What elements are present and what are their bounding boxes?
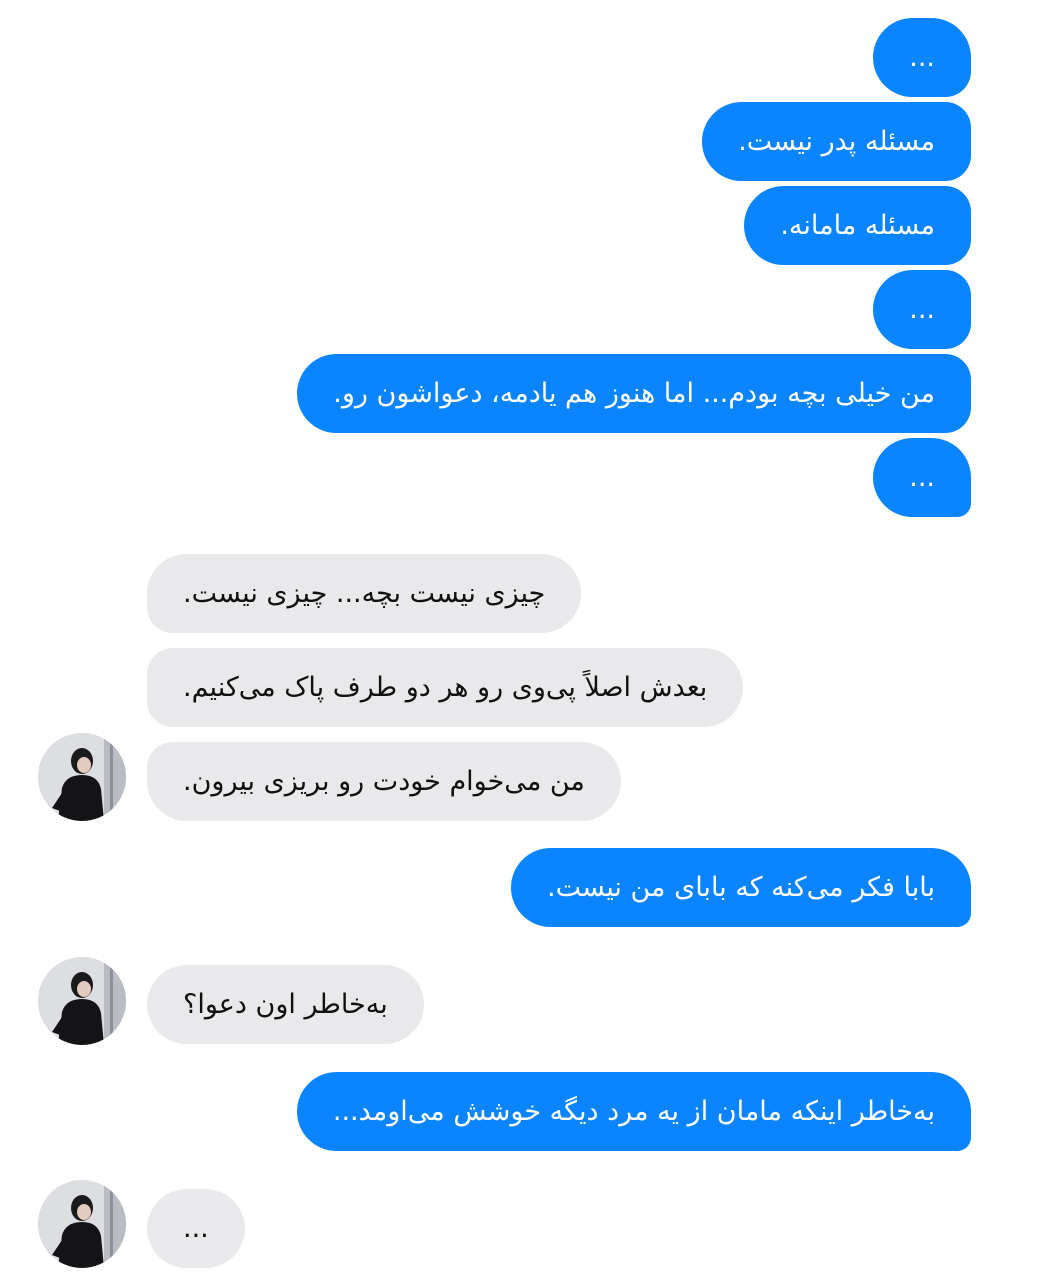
outgoing-message[interactable]: مسئله مامانه. [744, 186, 971, 265]
incoming-message[interactable]: به‌خاطر اون دعوا؟ [147, 965, 424, 1044]
outgoing-message[interactable]: من خیلی بچه بودم... اما هنوز هم یادمه، د… [297, 354, 971, 433]
contact-avatar[interactable] [38, 957, 126, 1045]
incoming-message[interactable]: بعدش اصلاً پی‌وی رو هر دو طرف پاک می‌کنی… [147, 648, 744, 727]
person-avatar-icon [38, 1180, 126, 1268]
contact-avatar[interactable] [38, 733, 126, 821]
outgoing-message[interactable]: به‌خاطر اینکه مامان از یه مرد دیگه خوشش … [296, 1072, 971, 1151]
outgoing-message[interactable]: ... [873, 18, 971, 97]
outgoing-message[interactable]: بابا فکر می‌کنه که بابای من نیست. [511, 848, 971, 927]
outgoing-message[interactable]: مسئله پدر نیست. [702, 102, 971, 181]
contact-avatar[interactable] [38, 1180, 126, 1268]
incoming-message[interactable]: من می‌خوام خودت رو بریزی بیرون. [147, 742, 621, 821]
person-avatar-icon [38, 733, 126, 821]
outgoing-message[interactable]: ... [873, 438, 971, 517]
incoming-message[interactable]: چیزی نیست بچه... چیزی نیست. [147, 554, 582, 633]
incoming-message[interactable]: ... [147, 1189, 245, 1268]
person-avatar-icon [38, 957, 126, 1045]
outgoing-message[interactable]: ... [873, 270, 971, 349]
